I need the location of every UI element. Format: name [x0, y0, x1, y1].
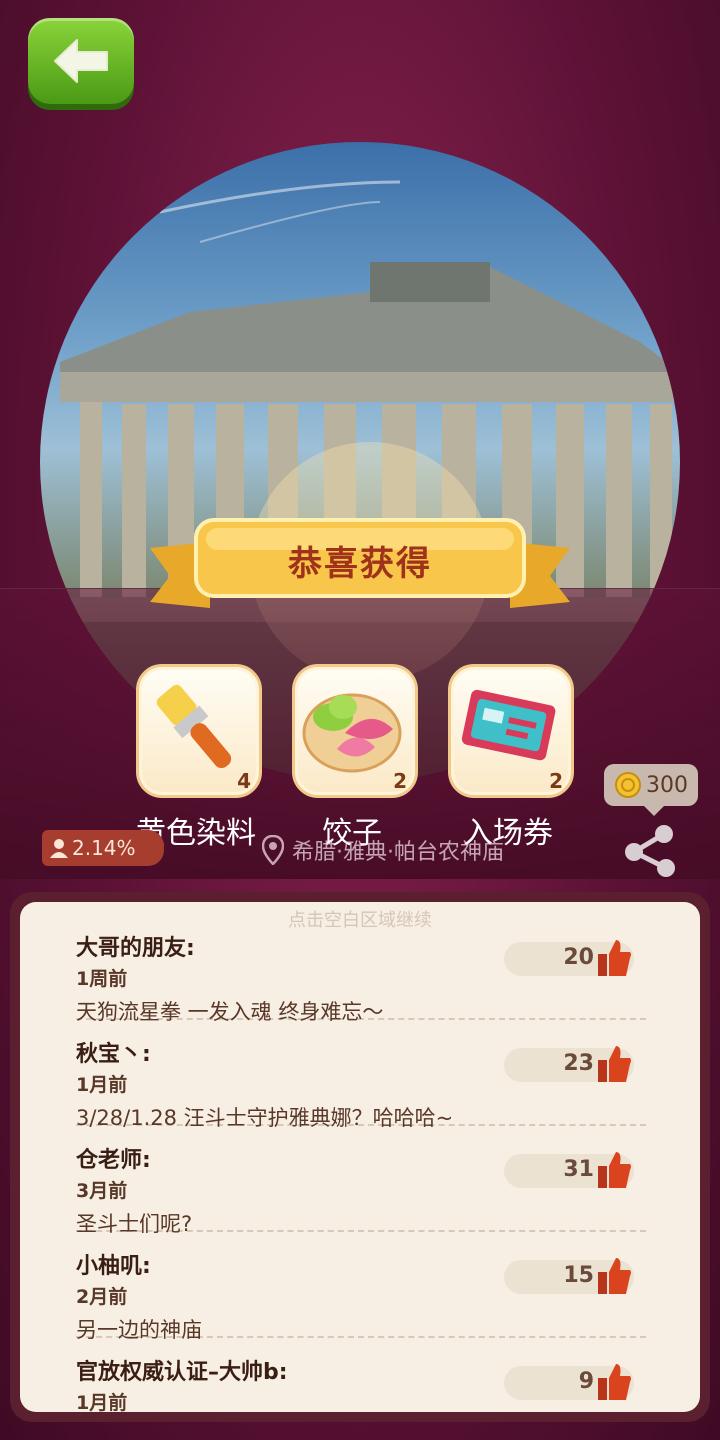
comment-author: 秋宝丶: — [76, 1042, 151, 1067]
comment-item: 仓老师: 3月前 圣斗士们呢? 31 — [76, 1124, 646, 1236]
location-pin-icon — [262, 835, 284, 865]
comment-author: 大哥的朋友: — [76, 936, 195, 961]
reward-item-ticket[interactable]: 2 — [448, 664, 574, 798]
thumbs-up-icon — [598, 940, 631, 976]
like-button[interactable]: 15 — [504, 1258, 634, 1294]
thumbs-up-icon — [598, 1258, 631, 1294]
reward-count: 4 — [237, 769, 251, 793]
congrats-ribbon: 恭喜获得 — [150, 518, 570, 618]
dumplings-icon — [302, 693, 402, 773]
share-icon — [625, 825, 675, 877]
comment-author: 仓老师: — [76, 1148, 151, 1173]
like-count: 31 — [563, 1157, 594, 1182]
comment-time: 2月前 — [76, 1286, 128, 1308]
coin-icon — [615, 772, 641, 798]
thumbs-up-icon — [598, 1046, 631, 1082]
thumbs-up-icon — [598, 1364, 631, 1400]
coin-reward-bubble: 300 — [604, 764, 698, 816]
reward-count: 2 — [393, 769, 407, 793]
comments-list[interactable]: 点击空白区域继续 大哥的朋友: 1周前 天狗流星拳 一发入魂 终身难忘～ 20 … — [20, 902, 700, 1412]
comments-panel: 点击空白区域继续 大哥的朋友: 1周前 天狗流星拳 一发入魂 终身难忘～ 20 … — [10, 892, 710, 1422]
back-button[interactable] — [28, 18, 134, 104]
percent-badge: 2.14% — [42, 830, 164, 866]
share-button[interactable] — [620, 820, 680, 880]
reward-item-dumplings[interactable]: 2 — [292, 664, 418, 798]
percent-value: 2.14% — [72, 836, 136, 860]
congrats-title: 恭喜获得 — [288, 544, 432, 584]
like-count: 15 — [563, 1263, 594, 1288]
coin-value: 300 — [646, 772, 688, 798]
location-text: 希腊·雅典·帕台农神庙 — [292, 840, 504, 865]
thumbs-up-icon — [598, 1152, 631, 1188]
like-count: 23 — [563, 1051, 594, 1076]
like-button[interactable]: 23 — [504, 1046, 634, 1082]
comment-item: 大哥的朋友: 1周前 天狗流星拳 一发入魂 终身难忘～ 20 — [76, 912, 646, 1024]
comment-time: 1月前 — [76, 1392, 128, 1412]
comment-item: 小柚叽: 2月前 另一边的神庙 15 — [76, 1230, 646, 1342]
like-count: 20 — [563, 945, 594, 970]
comment-item: 官放权威认证–大帅b: 1月前 9 — [76, 1336, 646, 1412]
reward-count: 2 — [549, 769, 563, 793]
comment-author: 官放权威认证–大帅b: — [76, 1360, 288, 1385]
like-button[interactable]: 31 — [504, 1152, 634, 1188]
comment-time: 1月前 — [76, 1074, 128, 1096]
like-count: 9 — [578, 1369, 594, 1394]
comment-time: 1周前 — [76, 968, 128, 990]
location-label: 希腊·雅典·帕台农神庙 — [262, 832, 504, 868]
comment-author: 小柚叽: — [76, 1254, 151, 1279]
reward-item-yellow-dye[interactable]: 4 — [136, 664, 262, 798]
ticket-icon — [461, 689, 556, 761]
comment-item: 秋宝丶: 1月前 3/28/1.28 汪斗士守护雅典娜？哈哈哈~ 23 — [76, 1018, 646, 1130]
like-button[interactable]: 9 — [504, 1364, 634, 1400]
arrow-left-icon — [54, 39, 108, 83]
paintbrush-icon — [156, 684, 232, 769]
user-icon — [50, 839, 68, 858]
comment-time: 3月前 — [76, 1180, 128, 1202]
like-button[interactable]: 20 — [504, 940, 634, 976]
